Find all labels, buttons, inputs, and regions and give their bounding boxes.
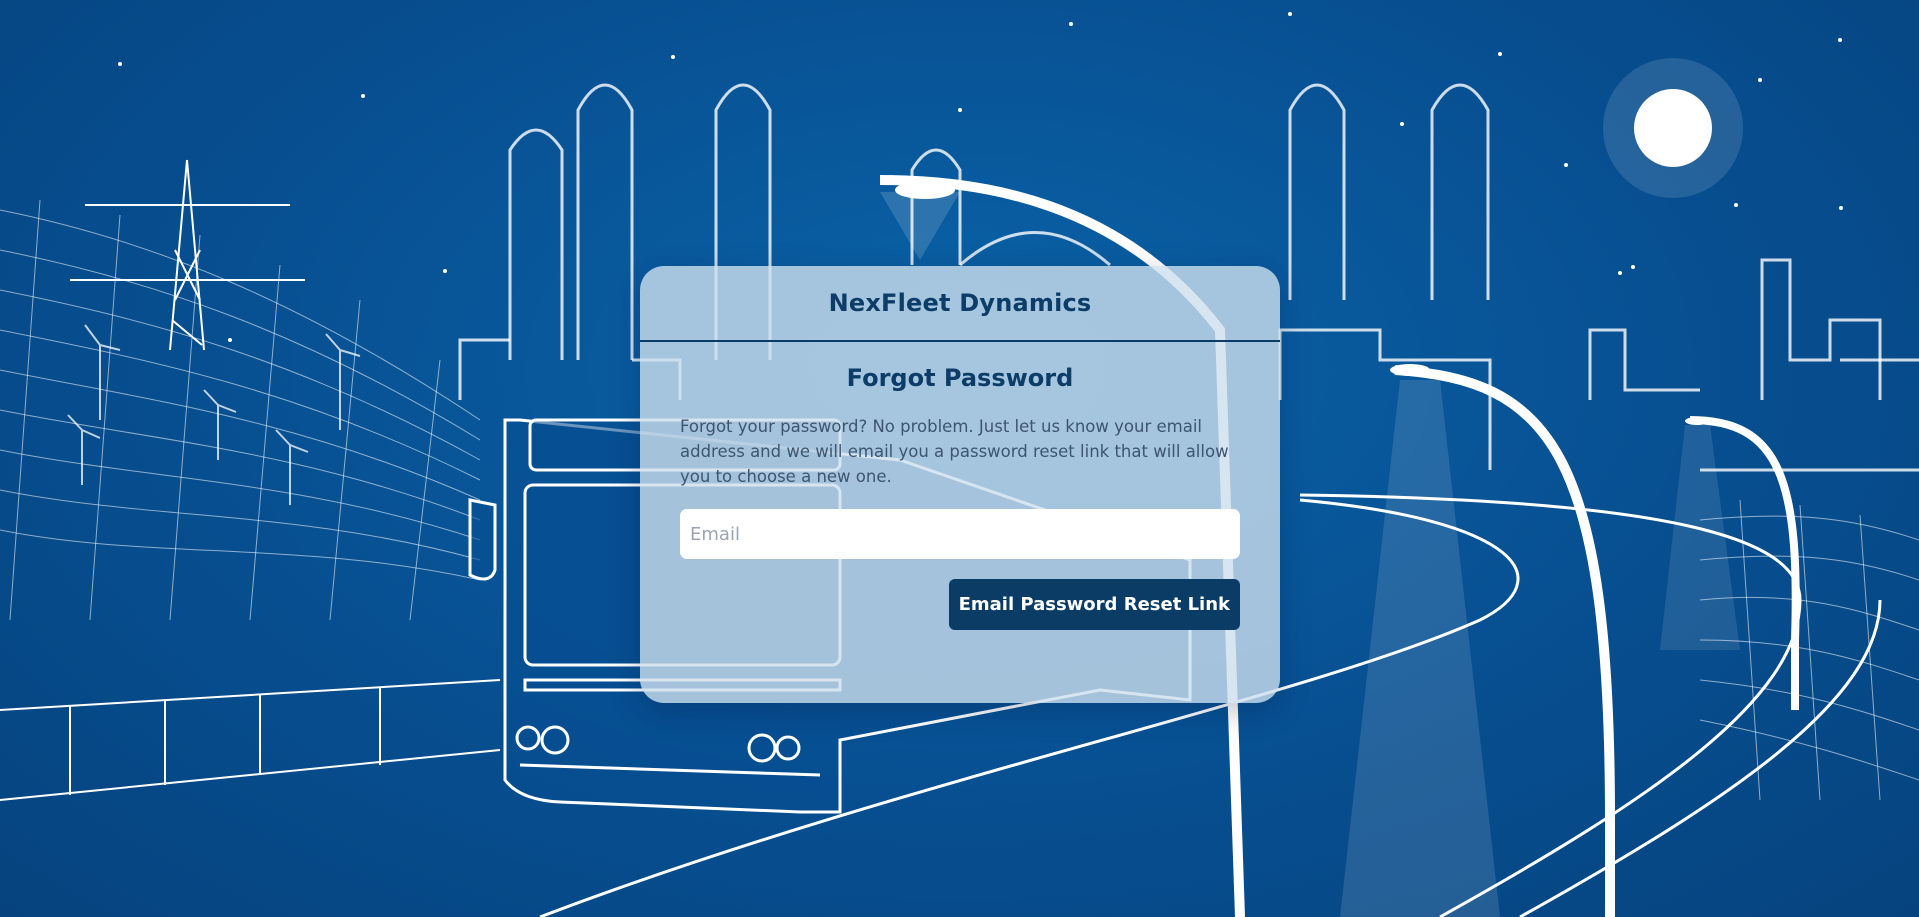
railing (0, 679, 501, 801)
login-page: NexFleet Dynamics Forgot Password Forgot… (0, 0, 1919, 917)
moon (1634, 89, 1712, 167)
email-reset-link-button[interactable]: Email Password Reset Link (948, 579, 1240, 630)
form-actions: Email Password Reset Link (680, 579, 1240, 630)
page-title: Forgot Password (846, 364, 1074, 392)
email-field[interactable] (680, 509, 1240, 559)
forgot-password-card: NexFleet Dynamics Forgot Password Forgot… (640, 266, 1280, 703)
wire-hills-left (0, 199, 481, 621)
card-body: Forgot Password Forgot your password? No… (640, 342, 1280, 630)
brand-name: NexFleet Dynamics (828, 289, 1092, 317)
card-header: NexFleet Dynamics (640, 266, 1280, 342)
power-pylon (70, 159, 305, 351)
info-text: Forgot your password? No problem. Just l… (680, 417, 1229, 486)
